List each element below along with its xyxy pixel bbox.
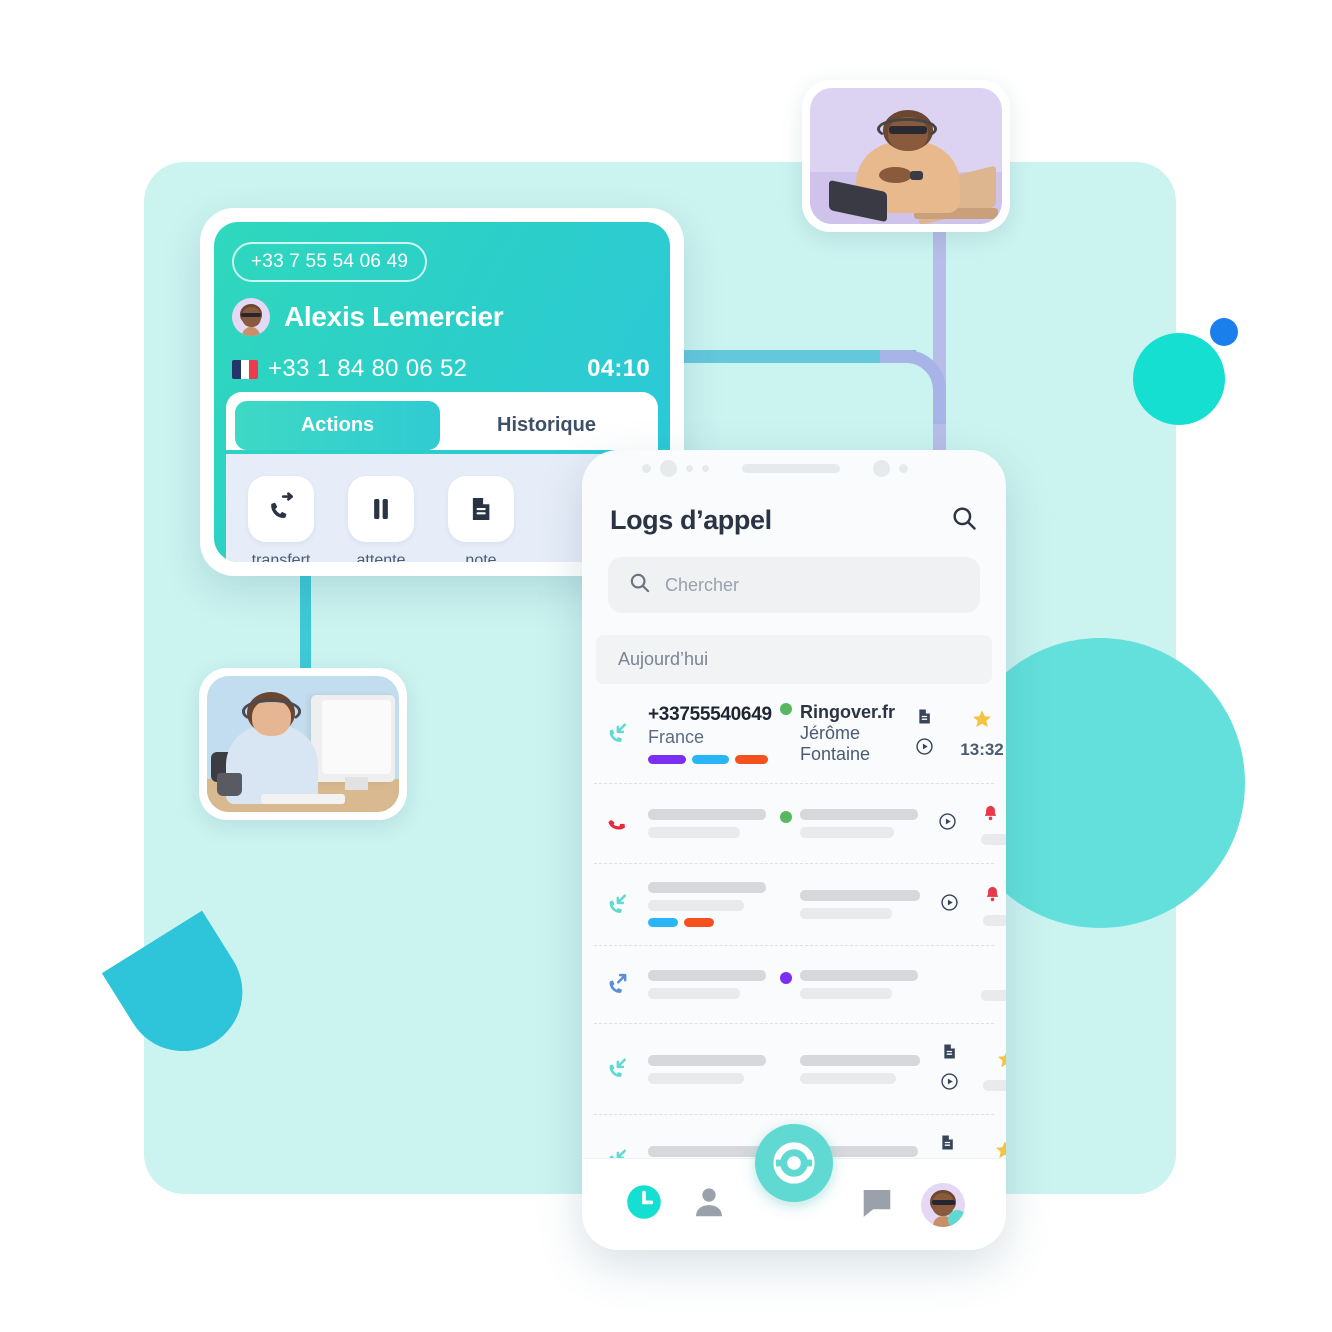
clock-history-icon[interactable] <box>623 1181 665 1228</box>
search-icon[interactable] <box>950 504 978 537</box>
caller-number-badge: +33 7 55 54 06 49 <box>232 242 428 282</box>
online-status-dot <box>948 1209 966 1227</box>
contacts-person-icon[interactable] <box>690 1183 728 1226</box>
table-row[interactable] <box>594 784 1006 864</box>
play-circle-icon[interactable] <box>938 812 957 836</box>
call-incoming-icon <box>602 719 636 749</box>
caller-name: Alexis Lemercier <box>284 301 504 332</box>
day-group-header: Aujourd’hui <box>596 635 992 684</box>
action-attente-label: attente <box>356 552 406 562</box>
action-transfert[interactable]: transfert <box>248 476 314 562</box>
screenshot-stage: +33 7 55 54 06 49 Alexis Lemercier +33 1… <box>0 0 1332 1332</box>
agent-photo-left <box>199 668 407 820</box>
play-circle-icon[interactable] <box>940 893 959 917</box>
decor-circle-small <box>1133 333 1225 425</box>
france-flag-icon <box>232 359 258 379</box>
search-placeholder: Chercher <box>665 574 740 595</box>
table-row[interactable] <box>594 946 1006 1024</box>
play-circle-icon[interactable] <box>940 1072 959 1096</box>
note-document-icon[interactable] <box>938 1133 957 1157</box>
call-missed-icon <box>602 809 636 839</box>
table-row[interactable] <box>594 864 1006 946</box>
phone-header: Logs d’appel <box>582 486 1006 543</box>
bell-icon[interactable] <box>981 804 1000 828</box>
action-note[interactable]: note <box>448 476 514 562</box>
search-icon <box>628 571 651 599</box>
search-input[interactable]: Chercher <box>608 557 980 613</box>
call-line-number: +33 1 84 80 06 52 <box>268 355 468 382</box>
ringover-dial-icon[interactable] <box>755 1124 833 1202</box>
call-incoming-icon <box>602 1054 636 1084</box>
call-line-row: +33 1 84 80 06 52 04:10 <box>232 355 650 383</box>
profile-avatar[interactable] <box>921 1182 966 1227</box>
agent-photo-top <box>802 80 1010 232</box>
decor-dot-blue <box>1210 318 1238 346</box>
note-document-icon[interactable] <box>915 707 934 731</box>
call-logs-phone: Logs d’appel Chercher Aujourd’hui +33755… <box>582 450 1006 1250</box>
row-tags <box>648 754 768 764</box>
phone-notch <box>582 450 1006 486</box>
pause-icon <box>348 476 414 542</box>
row-country: France <box>648 726 705 747</box>
call-timer: 04:10 <box>587 355 650 382</box>
call-outgoing-icon <box>602 970 636 1000</box>
status-dot <box>780 972 792 984</box>
row-agent: Jérôme Fontaine <box>800 723 871 764</box>
bell-icon[interactable] <box>983 885 1002 909</box>
row-number: +33755540649 <box>648 703 772 725</box>
caller-identity: Alexis Lemercier <box>232 298 504 336</box>
action-attente[interactable]: attente <box>348 476 414 562</box>
call-incoming-icon <box>602 890 636 920</box>
row-org: Ringover.fr <box>800 702 896 722</box>
table-row[interactable] <box>594 1024 1006 1115</box>
row-tags <box>648 918 768 927</box>
tab-actions[interactable]: Actions <box>235 401 440 450</box>
note-document-icon[interactable] <box>940 1042 959 1066</box>
status-dot <box>780 703 792 715</box>
chat-bubble-icon[interactable] <box>858 1183 896 1226</box>
note-document-icon <box>448 476 514 542</box>
page-title: Logs d’appel <box>610 505 772 535</box>
caller-avatar <box>232 298 270 336</box>
star-icon[interactable] <box>971 708 993 735</box>
tab-historique[interactable]: Historique <box>444 401 649 450</box>
connector-vertical-teal <box>300 560 311 682</box>
call-transfer-icon <box>248 476 314 542</box>
action-note-label: note <box>465 552 497 562</box>
star-icon[interactable] <box>996 1048 1006 1075</box>
play-circle-icon[interactable] <box>915 737 934 761</box>
call-card-tabs: Actions Historique <box>226 392 658 450</box>
action-transfert-label: transfert <box>251 552 311 562</box>
table-row[interactable]: +33755540649 France Ringover.fr Jérôme F… <box>594 684 1004 784</box>
row-time: 13:32 <box>960 739 1004 759</box>
status-dot <box>780 811 792 823</box>
